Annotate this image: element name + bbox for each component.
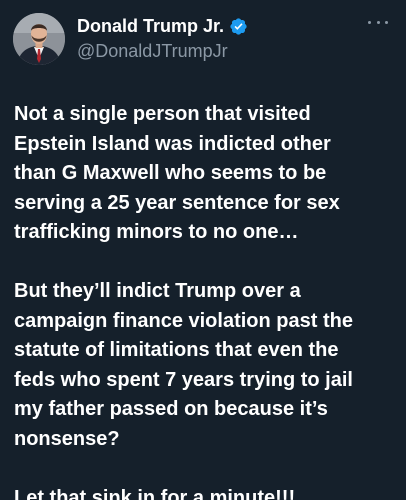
tweet-paragraph-2: But they’ll indict Trump over a campaign…: [14, 280, 353, 450]
avatar-image: [13, 13, 65, 65]
tweet-paragraph-1: Not a single person that visited Epstein…: [14, 103, 340, 243]
dot: [368, 20, 371, 24]
verified-badge-icon: [229, 17, 248, 36]
display-name[interactable]: Donald Trump Jr.: [77, 16, 224, 37]
author-info: Donald Trump Jr. @DonaldJTrumpJr: [77, 14, 248, 62]
tweet-header: Donald Trump Jr. @DonaldJTrumpJr: [0, 0, 406, 80]
tweet-text: Not a single person that visited Epstein…: [14, 100, 400, 500]
avatar[interactable]: [13, 13, 65, 65]
dot: [385, 20, 388, 24]
tweet-card: Donald Trump Jr. @DonaldJTrumpJr Not a s…: [0, 0, 406, 500]
dot: [376, 20, 380, 24]
more-options-icon[interactable]: [368, 16, 388, 28]
tweet-paragraph-3: Let that sink in for a minute!!!: [14, 486, 296, 500]
author-handle[interactable]: @DonaldJTrumpJr: [77, 41, 248, 62]
display-name-row: Donald Trump Jr.: [77, 14, 248, 38]
